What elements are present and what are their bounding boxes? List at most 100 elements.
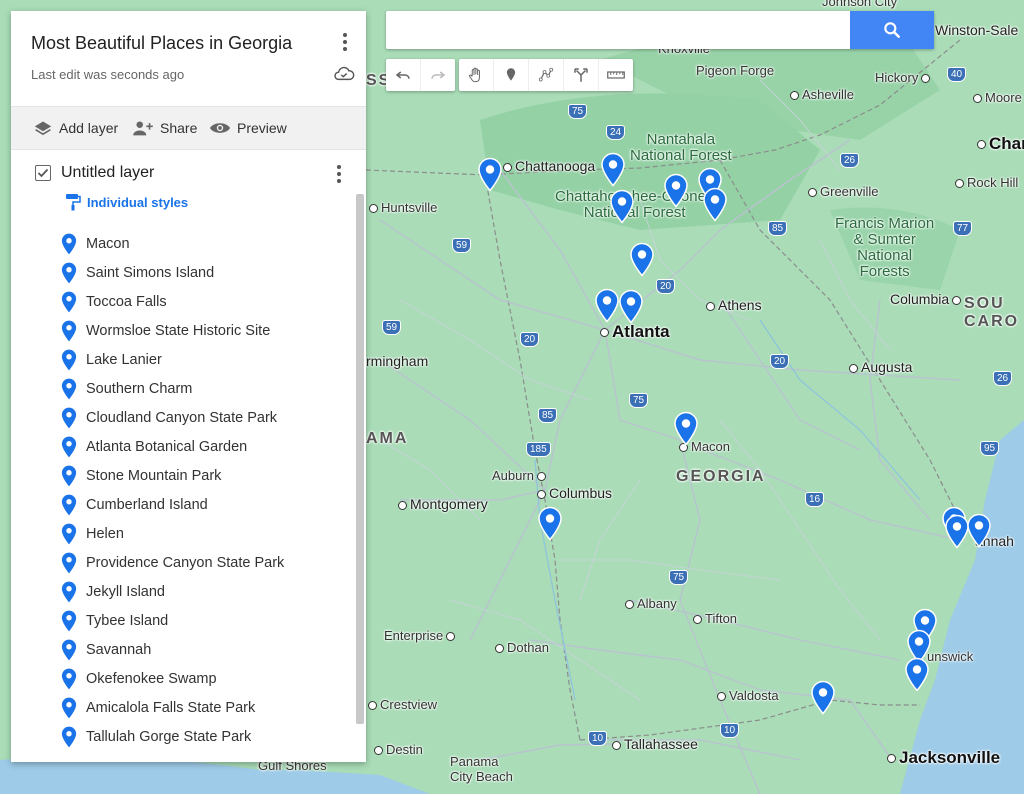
place-item[interactable]: Jekyll Island xyxy=(61,577,284,606)
place-item[interactable]: Saint Simons Island xyxy=(61,258,284,287)
place-item[interactable]: Tybee Island xyxy=(61,606,284,635)
draw-line-button[interactable] xyxy=(529,59,564,91)
more-vert-icon xyxy=(343,33,347,51)
map-pin-icon xyxy=(61,465,77,486)
map-marker[interactable] xyxy=(538,506,562,541)
place-name: Wormsloe State Historic Site xyxy=(86,322,271,339)
place-name: Atlanta Botanical Garden xyxy=(86,438,248,455)
map-pin-icon xyxy=(61,262,77,283)
map-marker[interactable] xyxy=(630,242,654,277)
search-input[interactable] xyxy=(386,11,870,49)
map-marker[interactable] xyxy=(811,680,835,715)
place-item[interactable]: Cloudland Canyon State Park xyxy=(61,403,284,432)
place-name: Amicalola Falls State Park xyxy=(86,699,256,716)
map-marker[interactable] xyxy=(945,514,969,549)
highway-shield: 75 xyxy=(669,570,689,585)
map-pin-icon xyxy=(61,552,77,573)
highway-shield: 24 xyxy=(606,125,626,140)
place-name: Toccoa Falls xyxy=(86,293,167,310)
draw-line-icon xyxy=(538,67,554,82)
map-pin-icon xyxy=(630,242,654,277)
map-pin-icon xyxy=(61,610,77,631)
place-item[interactable]: Wormsloe State Historic Site xyxy=(61,316,284,345)
last-edit-status: Last edit was seconds ago xyxy=(31,67,185,82)
place-name: Helen xyxy=(86,525,124,542)
check-icon xyxy=(37,168,49,178)
redo-icon xyxy=(431,71,446,79)
map-title[interactable]: Most Beautiful Places in Georgia xyxy=(31,33,292,54)
place-item[interactable]: Macon xyxy=(61,229,284,258)
individual-styles-link[interactable]: Individual styles xyxy=(65,193,188,211)
place-item[interactable]: Atlanta Botanical Garden xyxy=(61,432,284,461)
undo-button[interactable] xyxy=(386,59,421,91)
cloud-done-icon xyxy=(334,66,355,81)
place-name: Providence Canyon State Park xyxy=(86,554,285,571)
directions-button[interactable] xyxy=(564,59,599,91)
place-item[interactable]: Stone Mountain Park xyxy=(61,461,284,490)
search-bar xyxy=(386,11,934,49)
place-name: Savannah xyxy=(86,641,152,658)
map-marker[interactable] xyxy=(674,411,698,446)
measure-button[interactable] xyxy=(599,59,633,91)
map-marker[interactable] xyxy=(619,289,643,324)
place-item[interactable]: Amicalola Falls State Park xyxy=(61,693,284,722)
layer-options-button[interactable] xyxy=(331,162,347,186)
saved-status xyxy=(333,65,355,88)
map-pin-icon xyxy=(664,173,688,208)
highway-shield: 10 xyxy=(720,723,740,738)
place-item[interactable]: Helen xyxy=(61,519,284,548)
highway-shield: 20 xyxy=(520,332,540,347)
individual-styles-label: Individual styles xyxy=(87,194,189,210)
place-name: Okefenokee Swamp xyxy=(86,670,217,687)
highway-shield: 185 xyxy=(526,442,551,457)
share-button[interactable]: Share xyxy=(132,107,197,149)
place-item[interactable]: Cumberland Island xyxy=(61,490,284,519)
highway-shield: 26 xyxy=(840,153,860,168)
map-marker[interactable] xyxy=(478,157,502,192)
share-label: Share xyxy=(160,120,198,136)
layer-name[interactable]: Untitled layer xyxy=(61,164,154,182)
place-item[interactable]: Providence Canyon State Park xyxy=(61,548,284,577)
place-name: Saint Simons Island xyxy=(86,264,215,281)
layers-icon xyxy=(34,121,52,136)
map-pin-icon xyxy=(905,657,929,692)
highway-shield: 75 xyxy=(629,393,649,408)
map-marker[interactable] xyxy=(905,657,929,692)
preview-button[interactable]: Preview xyxy=(209,107,287,149)
place-item[interactable]: Okefenokee Swamp xyxy=(61,664,284,693)
map-marker[interactable] xyxy=(967,513,991,548)
map-pin-icon xyxy=(61,320,77,341)
pan-tool-button[interactable] xyxy=(459,59,494,91)
place-name: Tybee Island xyxy=(86,612,169,629)
map-pin-icon xyxy=(811,680,835,715)
place-item[interactable]: Toccoa Falls xyxy=(61,287,284,316)
map-marker[interactable] xyxy=(610,189,634,224)
place-item[interactable]: Southern Charm xyxy=(61,374,284,403)
highway-shield: 26 xyxy=(993,371,1013,386)
map-pin-icon xyxy=(61,523,77,544)
map-pin-icon xyxy=(61,668,77,689)
paint-roller-icon xyxy=(66,194,81,211)
map-marker[interactable] xyxy=(595,288,619,323)
layer-visibility-checkbox[interactable] xyxy=(35,165,51,181)
map-marker[interactable] xyxy=(601,152,625,187)
map-pin-icon xyxy=(61,494,77,515)
map-marker[interactable] xyxy=(664,173,688,208)
map-options-button[interactable] xyxy=(337,30,353,54)
panel-scrollbar[interactable] xyxy=(356,194,364,724)
map-pin-icon xyxy=(674,411,698,446)
add-layer-button[interactable]: Add layer xyxy=(33,107,118,149)
highway-shield: 59 xyxy=(382,320,402,335)
highway-shield: 77 xyxy=(953,221,973,236)
map-marker[interactable] xyxy=(703,187,727,222)
place-item[interactable]: Lake Lanier xyxy=(61,345,284,374)
place-item[interactable]: Tallulah Gorge State Park xyxy=(61,722,284,751)
add-marker-button[interactable] xyxy=(494,59,529,91)
map-pin-icon xyxy=(601,152,625,187)
map-pin-icon xyxy=(61,581,77,602)
map-pin-icon xyxy=(945,514,969,549)
map-pin-icon xyxy=(61,378,77,399)
redo-button[interactable] xyxy=(421,59,455,91)
place-item[interactable]: Savannah xyxy=(61,635,284,664)
search-button[interactable] xyxy=(850,11,934,49)
